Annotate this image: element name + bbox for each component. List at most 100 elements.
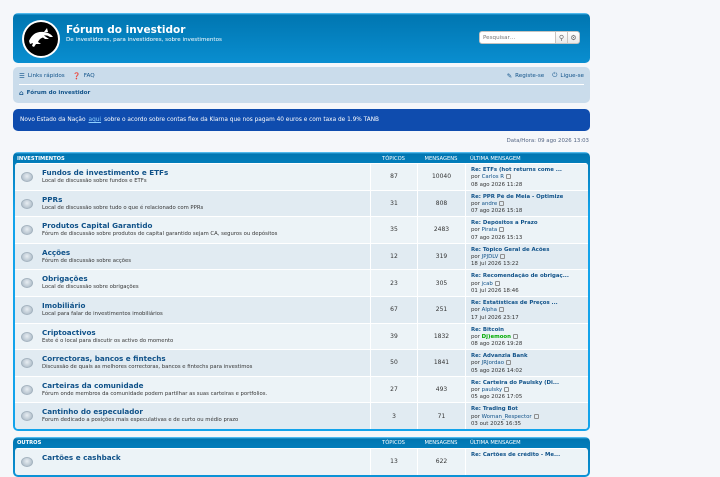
posts-count: 10040 <box>417 164 465 190</box>
last-post-title-link[interactable]: Re: Recomendação de obrigaç... <box>471 273 588 280</box>
forum-read-icon <box>21 384 33 395</box>
forum-title-link[interactable]: Correctoras, bancos e fintechs <box>42 354 166 363</box>
forum-row: Imobiliário Local para falar de investime… <box>15 295 588 323</box>
last-post-author-link[interactable]: paulsky <box>482 387 503 393</box>
announcement-text-before: Novo Estado da Nação <box>20 117 86 123</box>
view-latest-post-icon[interactable] <box>498 307 504 313</box>
last-post-author-link[interactable]: Woman_Respector <box>482 414 532 420</box>
site-header: Fórum do investidor De investidores, par… <box>13 13 590 63</box>
forum-category-block: OUTROS TÓPICOS MENSAGENS ÚLTIMA MENSAGEM Car… <box>13 436 590 477</box>
page-wrap: Fórum do investidor De investidores, par… <box>13 13 590 477</box>
forum-read-icon <box>21 456 33 467</box>
last-post-info: Re: Carteira do Paulsky (Di... por paulsk… <box>465 376 588 403</box>
forum-read-icon <box>21 304 33 315</box>
view-latest-post-icon[interactable] <box>512 333 518 339</box>
last-post-title-link[interactable]: Re: Advanzia Bank <box>471 353 588 360</box>
breadcrumb-home-label: Fórum do investidor <box>26 90 91 96</box>
forum-read-icon <box>21 278 33 289</box>
advanced-search-button[interactable]: ⚙ <box>568 31 580 44</box>
login-link[interactable]: ⏻ Ligue-se <box>552 71 584 80</box>
forum-title-link[interactable]: PPRs <box>42 195 62 204</box>
forum-list: Cartões e cashback 13 622 Re: Cartões de cr… <box>15 447 588 475</box>
last-post-author-link[interactable]: Dj)emoon <box>482 334 511 340</box>
site-title[interactable]: Fórum do investidor <box>66 24 185 36</box>
forum-description: Local de discussão sobre fundos e ETFs <box>42 178 147 184</box>
forum-row: Carteiras da comunidade Fórum onde membro… <box>15 375 588 403</box>
last-post-author-link[interactable]: JPJDLV <box>482 254 499 260</box>
forum-title-link[interactable]: Acções <box>42 248 70 257</box>
last-post-author-link[interactable]: Carlos R <box>482 174 504 180</box>
last-post-title-link[interactable]: Re: Depósitos a Prazo <box>471 220 588 227</box>
search-button[interactable]: ⚲ <box>556 31 568 44</box>
view-latest-post-icon[interactable] <box>533 413 539 419</box>
forum-read-icon <box>21 172 33 182</box>
last-post-date: 08 ago 2026 19:28 <box>471 341 523 348</box>
forum-description: Forum dedicado a posições mais especulat… <box>42 417 239 424</box>
faq-link[interactable]: ❓ FAQ <box>73 72 95 80</box>
view-latest-post-icon[interactable] <box>500 254 506 260</box>
topics-count: 87 <box>370 164 417 190</box>
forum-title-link[interactable]: Imobiliário <box>42 301 85 310</box>
site-logo[interactable] <box>22 20 60 58</box>
by-label: por <box>471 413 480 420</box>
last-post-title-link[interactable]: Re: Carteira do Paulsky (Di... <box>471 380 588 387</box>
view-latest-post-icon[interactable] <box>504 387 510 393</box>
search-input[interactable] <box>479 31 556 44</box>
category-title[interactable]: INVESTIMENTOS <box>15 156 370 162</box>
category-title[interactable]: OUTROS <box>15 440 370 446</box>
last-post-title-link[interactable]: Re: Bitcoin <box>471 327 588 334</box>
last-post-author-link[interactable]: JRJordao <box>482 360 504 366</box>
breadcrumb-home[interactable]: ⌂ Fórum do investidor <box>19 89 90 97</box>
topics-count: 27 <box>370 376 417 403</box>
last-post-date: 07 ago 2026 15:13 <box>471 234 523 241</box>
last-post-author-link[interactable]: andre <box>482 201 498 207</box>
topics-count: 35 <box>370 217 417 243</box>
announcement-text-after: sobre o acordo sobre contas flex da Klar… <box>104 117 380 123</box>
last-post-title-link[interactable]: Re: Cartões de crédito - Me... <box>471 452 588 459</box>
posts-count: 305 <box>417 270 465 296</box>
forum-title-link[interactable]: Fundos de investimento e ETFs <box>42 168 168 177</box>
last-post-author-link[interactable]: Pirata <box>482 227 498 233</box>
last-post-info: Re: ETFs (hot returns come ... por Carlos… <box>465 164 588 190</box>
posts-column-header: MENSAGENS <box>424 155 458 162</box>
last-post-title-link[interactable]: Re: ETFs (hot returns come ... <box>471 167 588 174</box>
last-post-info: Re: Cartões de crédito - Me... <box>465 448 588 475</box>
last-post-title-link[interactable]: Re: Tópico Geral de Acões <box>471 247 588 254</box>
last-post-info: Re: Advanzia Bank por JRJordao 05 ago 2026… <box>465 350 588 376</box>
posts-count: 1832 <box>417 323 465 350</box>
last-post-info: Re: Estatísticas de Preços ... por Alpha 1… <box>465 296 588 323</box>
forum-row: Fundos de investimento e ETFs Local de di… <box>15 163 588 190</box>
topics-count: 3 <box>370 403 417 429</box>
view-latest-post-icon[interactable] <box>494 280 500 286</box>
last-post-author-link[interactable]: jcab <box>482 281 493 287</box>
forum-title-link[interactable]: Cartões e cashback <box>42 453 121 462</box>
last-post-column-header: ÚLTIMA MENSAGEM <box>470 440 521 447</box>
forum-title-link[interactable]: Criptoactivos <box>42 328 96 337</box>
last-post-title-link[interactable]: Re: PPR Pé de Meia - Optimize <box>471 194 588 201</box>
view-latest-post-icon[interactable] <box>506 360 512 366</box>
topics-count: 67 <box>370 296 417 323</box>
last-post-info: Re: Bitcoin por Dj)emoon 08 ago 2026 19:28 <box>465 323 588 350</box>
forum-title-link[interactable]: Obrigações <box>42 274 88 283</box>
by-label: por <box>471 360 480 367</box>
forum-title-link[interactable]: Carteiras da comunidade <box>42 381 144 390</box>
view-latest-post-icon[interactable] <box>499 227 505 233</box>
register-link[interactable]: ✎ Registe-se <box>507 72 545 80</box>
topics-count: 13 <box>370 448 417 475</box>
last-post-title-link[interactable]: Re: Trading Bot <box>471 406 588 413</box>
announcement-banner: Novo Estado da Nação aqui sobre o acordo… <box>13 109 590 131</box>
view-latest-post-icon[interactable] <box>506 174 512 180</box>
topics-count: 39 <box>370 323 417 350</box>
forum-title-link[interactable]: Produtos Capital Garantido <box>42 221 152 230</box>
current-datetime: Data/Hora: 09 ago 2026 13:03 <box>506 138 589 144</box>
quick-links-menu[interactable]: ☰ Links rápidos <box>19 72 65 80</box>
view-latest-post-icon[interactable] <box>499 200 505 206</box>
last-post-title-link[interactable]: Re: Estatísticas de Preços ... <box>471 300 588 307</box>
last-post-author-link[interactable]: Alpha <box>482 307 497 313</box>
announcement-link[interactable]: aqui <box>89 117 102 123</box>
forum-title-link[interactable]: Cantinho do especulador <box>42 407 143 416</box>
category-header: OUTROS TÓPICOS MENSAGENS ÚLTIMA MENSAGEM <box>15 439 588 448</box>
by-label: por <box>471 200 480 207</box>
last-post-date: 05 ago 2026 17:05 <box>471 394 523 401</box>
forum-description: Este é o local para discutir os activo d… <box>42 337 174 344</box>
